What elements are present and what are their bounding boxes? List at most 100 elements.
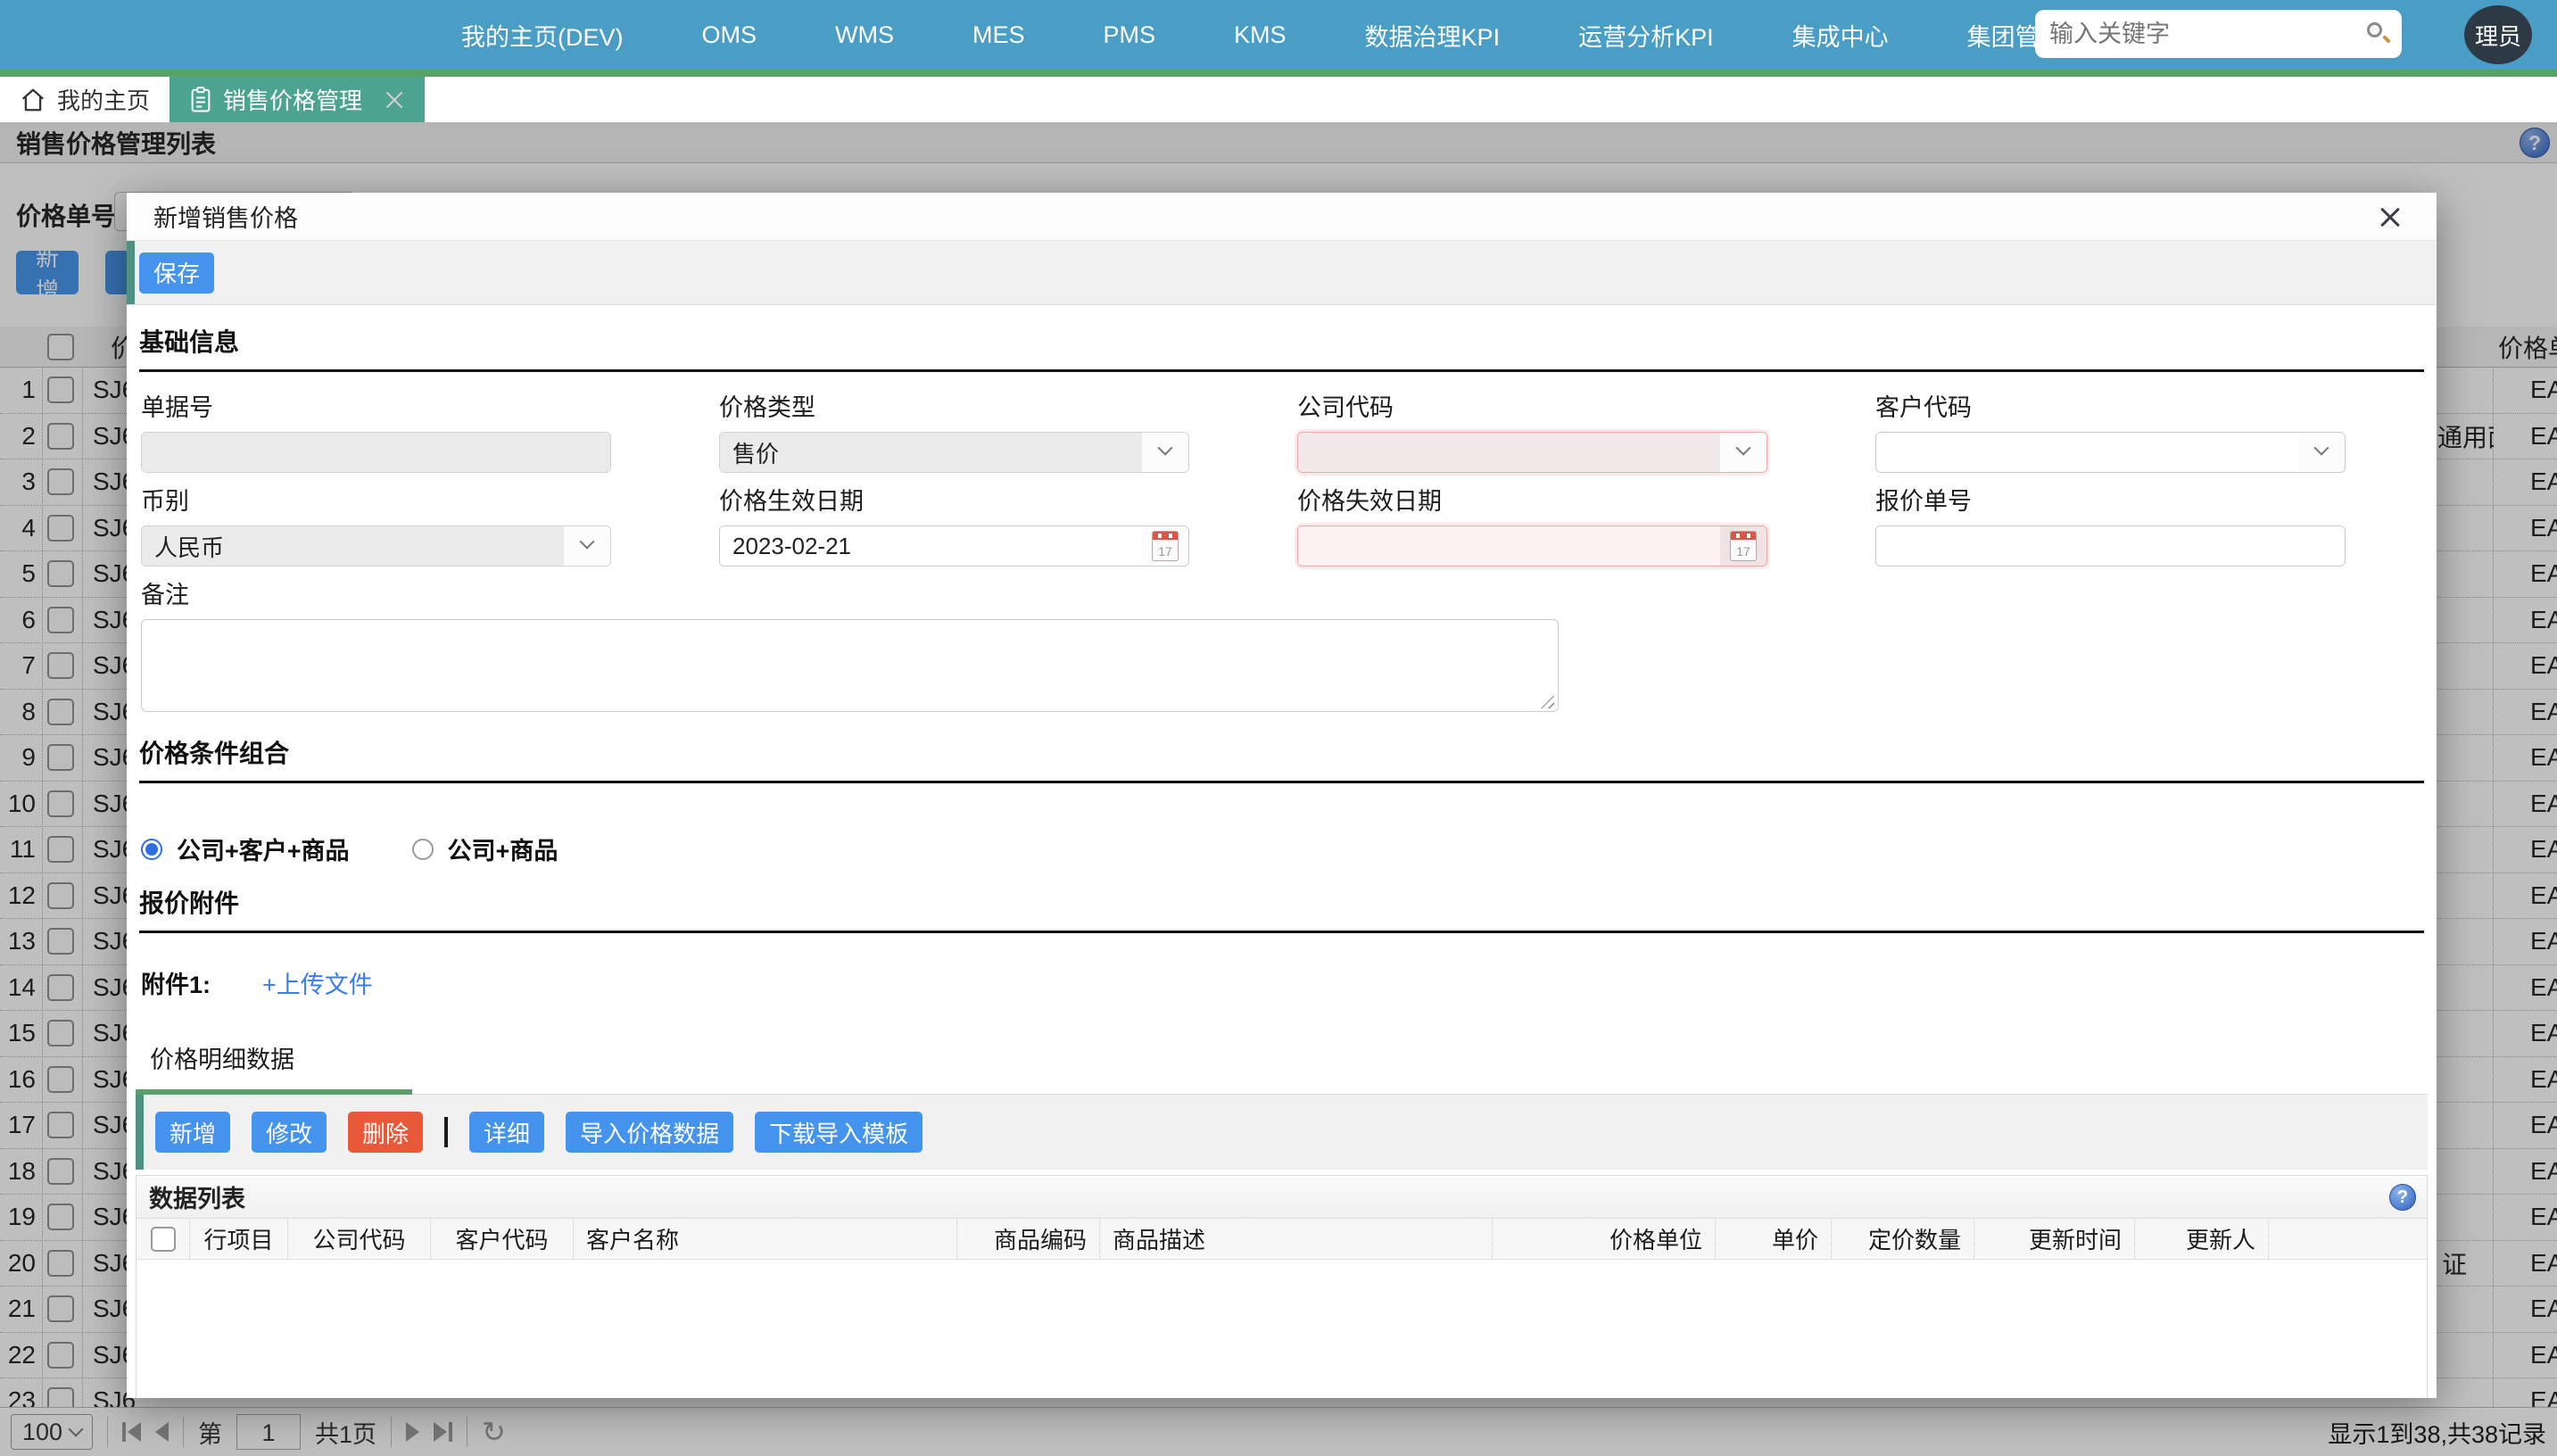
detail-col-客户名称: 客户名称 [574, 1219, 957, 1259]
chevron-down-icon [580, 534, 595, 550]
radio-label: 公司+客户+商品 [177, 831, 350, 866]
detail-删除-button[interactable]: 删除 [348, 1112, 423, 1153]
panel-help-icon[interactable]: ? [2389, 1184, 2416, 1211]
tab-price-detail-data[interactable]: 价格明细数据 [136, 1040, 412, 1095]
detail-table-header: 行项目公司代码客户代码客户名称商品编码商品描述价格单位单价定价数量更新时间更新人 [137, 1219, 2427, 1260]
detail-col-行项目: 行项目 [190, 1219, 288, 1259]
radio-checked-icon[interactable] [141, 839, 162, 860]
section-price-condition: 价格条件组合 [139, 734, 2424, 783]
nav-accent-bar [0, 70, 2557, 77]
close-icon[interactable] [2378, 204, 2403, 229]
search-input[interactable] [2049, 21, 2365, 48]
app-window: 我的主页(DEV) OMS WMS MES PMS KMS 数据治理KPI 运营分析KPI 集成… [0, 0, 2557, 1456]
detail-col-filler [2269, 1219, 2427, 1259]
remark-textarea[interactable] [141, 619, 1559, 712]
detail-修改-button[interactable]: 修改 [252, 1112, 327, 1153]
save-button[interactable]: 保存 [139, 252, 214, 294]
field-label: 公司代码 [1297, 388, 1767, 423]
global-search-box[interactable] [2035, 10, 2402, 58]
field-label: 币别 [141, 482, 611, 517]
nav-item-7[interactable]: 运营分析KPI [1578, 18, 1714, 53]
tab-active-label: 销售价格管理 [223, 83, 362, 116]
nav-item-6[interactable]: 数据治理KPI [1365, 18, 1501, 53]
detail-详细-button[interactable]: 详细 [469, 1112, 544, 1153]
field-label: 价格失效日期 [1297, 482, 1767, 517]
nav-item-4[interactable]: PMS [1104, 21, 1156, 49]
nav-item-0[interactable]: 我的主页(DEV) [461, 18, 624, 53]
close-tab-icon[interactable] [384, 89, 405, 111]
modal-body: 基础信息 单据号 价格类型售价 公司代码 客户代码币别人民币 价格生效日期 2023-02… [127, 305, 2437, 1398]
nav-item-1[interactable]: OMS [702, 21, 757, 49]
detail-tab-row: 价格明细数据 [136, 1036, 2428, 1095]
field-客户代码: 客户代码 [1875, 379, 2346, 473]
detail-table-body [137, 1260, 2427, 1398]
date-picker-box: 17 [1142, 526, 1188, 566]
field-label: 价格生效日期 [719, 482, 1189, 517]
modal-toolbar: 保存 [127, 241, 2437, 305]
detail-col-更新人: 更新人 [2135, 1219, 2269, 1259]
field-单据号: 单据号 [141, 379, 611, 473]
nav-item-8[interactable]: 集成中心 [1792, 18, 1889, 53]
detail-col-更新时间: 更新时间 [1974, 1219, 2135, 1259]
detail-col-单价: 单价 [1716, 1219, 1832, 1259]
data-list-title: 数据列表 [149, 1179, 245, 1214]
calendar-icon[interactable]: 17 [1730, 531, 1757, 561]
field-价格类型: 价格类型售价 [719, 379, 1189, 473]
detail-col-商品编码: 商品编码 [957, 1219, 1100, 1259]
nav-item-2[interactable]: WMS [835, 21, 894, 49]
upload-file-link[interactable]: +上传文件 [262, 965, 373, 1000]
top-nav: 我的主页(DEV) OMS WMS MES PMS KMS 数据治理KPI 运营分析KPI 集成… [0, 0, 2557, 70]
field-价格失效日期: 价格失效日期 17 [1297, 473, 1767, 567]
search-icon-handle [2382, 35, 2391, 44]
detail-下载导入模板-button[interactable]: 下载导入模板 [755, 1112, 923, 1153]
combo-arrow-box [2298, 433, 2345, 472]
nav-item-3[interactable]: MES [972, 21, 1025, 49]
data-list-panel: 数据列表 ? 行项目公司代码客户代码客户名称商品编码商品描述价格单位单价定价数量… [136, 1175, 2428, 1398]
field-control-单据号[interactable] [141, 432, 611, 473]
tab-home[interactable]: 我的主页 [0, 77, 170, 122]
radio-公司+商品[interactable]: 公司+商品 [412, 831, 559, 866]
field-control-币别[interactable]: 人民币 [141, 525, 611, 567]
document-icon [189, 87, 212, 113]
field-value [1298, 526, 1720, 566]
nav-item-5[interactable]: KMS [1234, 21, 1287, 49]
field-control-客户代码[interactable] [1875, 432, 2346, 473]
detail-select-all-checkbox[interactable] [151, 1227, 176, 1252]
home-icon [20, 87, 46, 113]
detail-toolbar: 新增修改删除 详细导入价格数据下载导入模板 [136, 1095, 2428, 1170]
search-icon-lens [2367, 22, 2382, 37]
calendar-icon-day: 17 [1153, 544, 1178, 558]
field-label: 客户代码 [1875, 388, 2346, 423]
field-control-价格类型[interactable]: 售价 [719, 432, 1189, 473]
radio-公司+客户+商品[interactable]: 公司+客户+商品 [141, 831, 350, 866]
search-icon[interactable] [2365, 21, 2387, 47]
field-control-价格失效日期[interactable]: 17 [1297, 525, 1767, 567]
combo-arrow-box [1142, 433, 1188, 472]
field-control-公司代码[interactable] [1297, 432, 1767, 473]
attachment-row: 附件1: +上传文件 [141, 965, 2422, 1000]
chevron-down-icon [1158, 441, 1173, 456]
radio-label: 公司+商品 [448, 831, 559, 866]
detail-导入价格数据-button[interactable]: 导入价格数据 [566, 1112, 733, 1153]
section-basic-info: 基础信息 [139, 323, 2424, 372]
field-control-报价单号[interactable] [1875, 525, 2346, 567]
field-control-价格生效日期[interactable]: 2023-02-21 17 [719, 525, 1189, 567]
field-报价单号: 报价单号 [1875, 473, 2346, 567]
tab-sales-price-management[interactable]: 销售价格管理 [170, 77, 425, 122]
detail-select-all[interactable] [137, 1219, 190, 1259]
field-value: 2023-02-21 [720, 526, 1142, 566]
date-picker-box: 17 [1720, 526, 1767, 566]
remark-wrap [141, 619, 1559, 716]
calendar-icon[interactable]: 17 [1152, 531, 1179, 561]
radio-unchecked-icon[interactable] [412, 839, 434, 860]
combo-arrow-box [1720, 433, 1767, 472]
combo-arrow-box [564, 526, 610, 566]
data-list-panel-header: 数据列表 ? [137, 1176, 2427, 1219]
tab-bar: 我的主页 销售价格管理 [0, 77, 2557, 122]
detail-新增-button[interactable]: 新增 [155, 1112, 230, 1153]
price-condition-radios: 公司+客户+商品 公司+商品 [141, 831, 2422, 866]
field-value: 售价 [720, 433, 1142, 472]
detail-col-定价数量: 定价数量 [1832, 1219, 1974, 1259]
section-quote-attachment: 报价附件 [139, 884, 2424, 933]
avatar[interactable]: 理员 [2464, 5, 2532, 64]
